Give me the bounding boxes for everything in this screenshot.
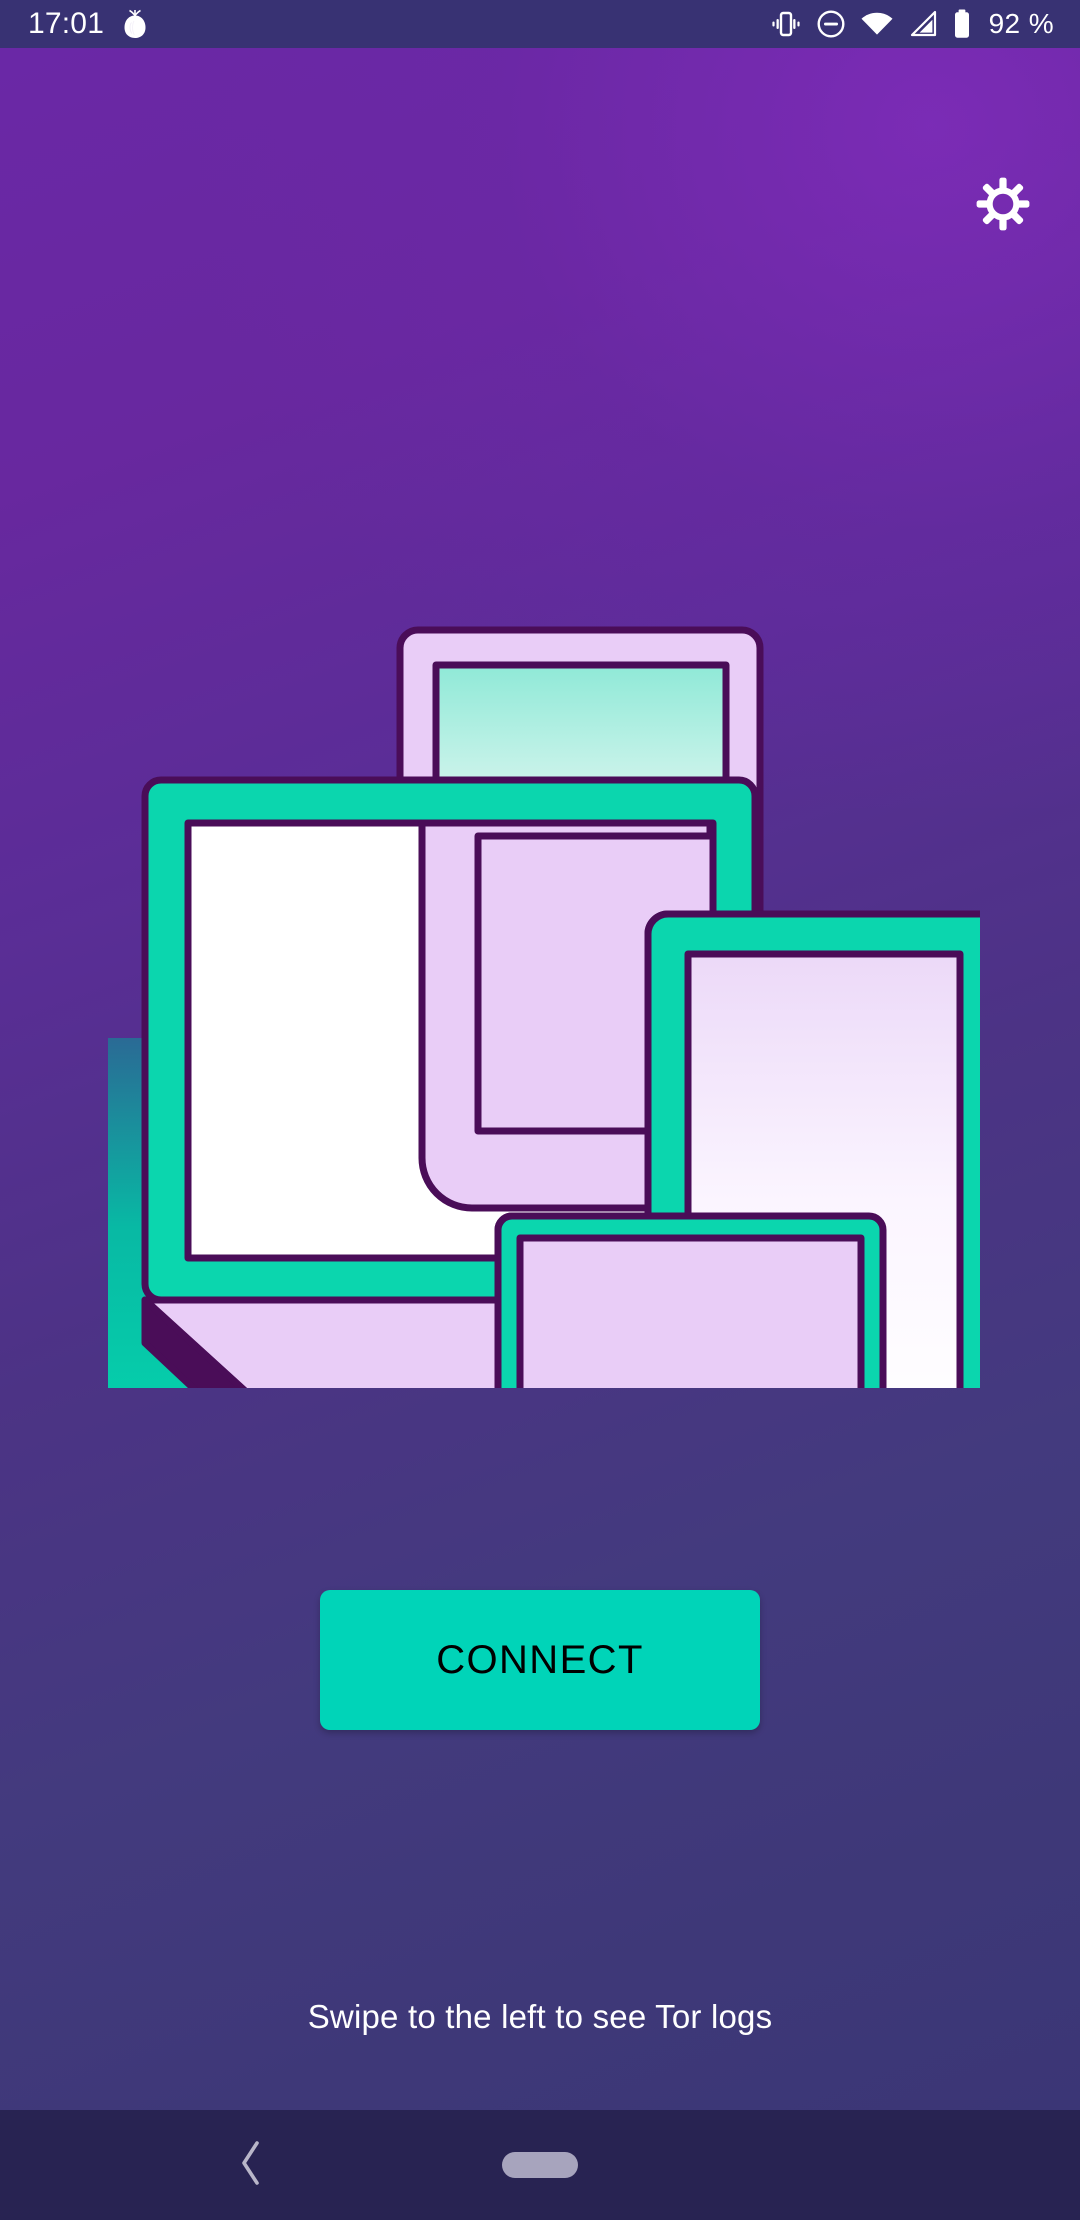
nav-back-button[interactable] xyxy=(196,2110,306,2220)
gear-icon xyxy=(976,177,1030,236)
status-bar-right: 92 % xyxy=(770,9,1054,39)
main-content-area: CONNECT Swipe to the left to see Tor log… xyxy=(0,48,1080,2110)
swipe-hint-label: Swipe to the left to see Tor logs xyxy=(307,1998,773,2035)
devices-illustration xyxy=(100,608,980,1388)
status-bar-clock: 17:01 xyxy=(28,7,105,40)
battery-icon xyxy=(952,9,972,39)
onion-icon xyxy=(122,9,148,39)
settings-button[interactable] xyxy=(948,156,1058,256)
system-navigation-bar xyxy=(0,2110,1080,2220)
home-gesture-handle[interactable] xyxy=(502,2152,578,2178)
wifi-icon xyxy=(860,10,894,38)
status-bar-left: 17:01 xyxy=(28,9,148,39)
battery-percent-label: 92 % xyxy=(988,8,1054,39)
vibrate-icon xyxy=(770,10,802,38)
status-bar: 17:01 92 % xyxy=(0,0,1080,48)
chevron-left-icon xyxy=(237,2139,265,2192)
do-not-disturb-icon xyxy=(816,9,846,39)
connect-button[interactable]: CONNECT xyxy=(320,1590,760,1730)
phone-screen: 17:01 92 % CONNECT Swipe to the left to … xyxy=(0,0,1080,2220)
cellular-signal-icon xyxy=(908,10,938,38)
